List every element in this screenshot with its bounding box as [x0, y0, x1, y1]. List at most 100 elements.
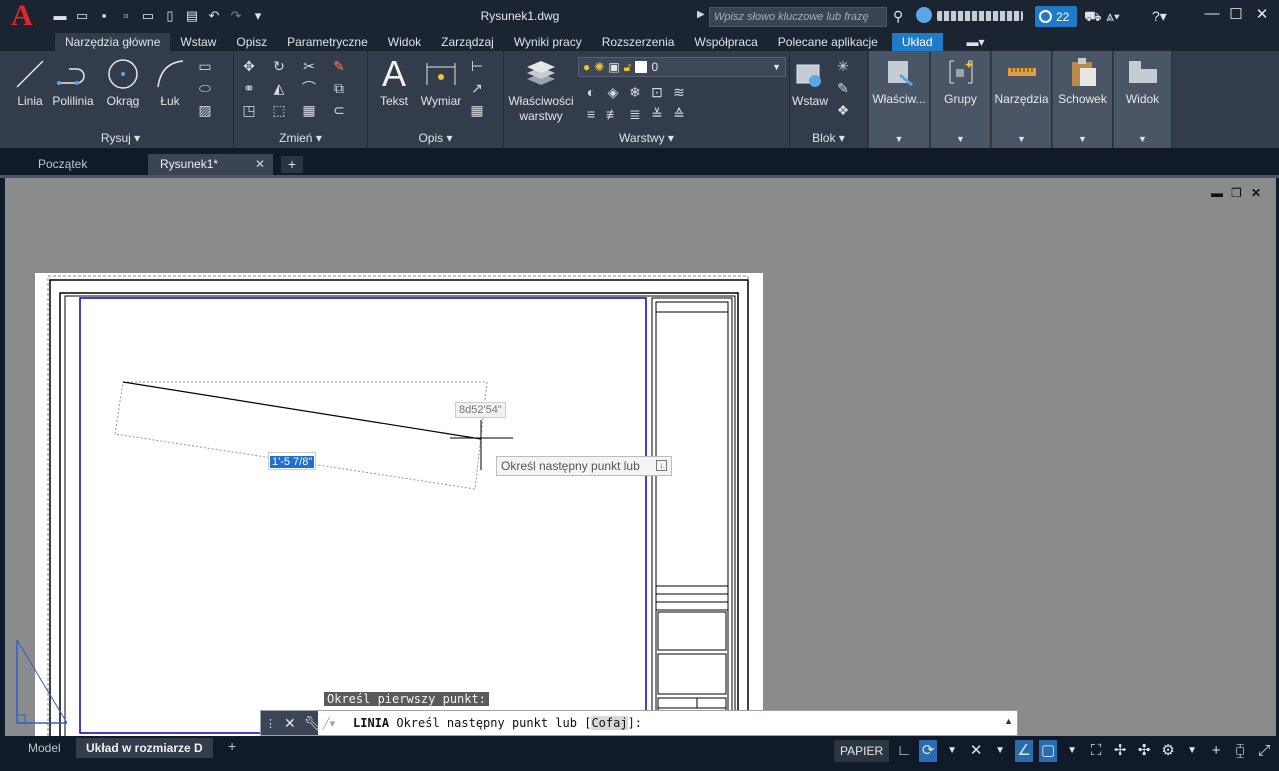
search-expand-icon[interactable]: ▶	[697, 9, 705, 20]
annotation-monitor-icon[interactable]: +	[1207, 740, 1225, 762]
new-tab-button[interactable]: +	[281, 156, 303, 173]
new-file-icon[interactable]: ▬	[52, 8, 68, 24]
hatch-icon[interactable]: ▨	[196, 101, 214, 119]
recent-commands-icon[interactable]: ╱▾	[323, 717, 335, 730]
cart-icon[interactable]: ⛟	[1084, 8, 1102, 27]
text-tool[interactable]: A Tekst	[374, 53, 414, 108]
layer-unisolate-icon[interactable]: ≣	[626, 105, 644, 123]
linear-dim-icon[interactable]: ⊢	[468, 57, 486, 75]
isolate-objects-icon[interactable]: ⧮	[1231, 740, 1249, 762]
save-web-icon[interactable]: ▯	[162, 8, 178, 24]
layer-lock-icon[interactable]: ⊡	[648, 83, 666, 101]
copy-icon[interactable]: ⚭	[240, 79, 258, 97]
length-input-box[interactable]: 1'-5 7/8"	[268, 452, 317, 470]
doc-tab-start[interactable]: Początek	[26, 154, 146, 175]
layer-match-icon[interactable]: ≋	[670, 83, 688, 101]
insert-block-tool[interactable]: Wstaw	[790, 54, 830, 108]
tab-annotate[interactable]: Opisz	[226, 33, 277, 51]
tab-insert[interactable]: Wstaw	[170, 33, 226, 51]
save-icon[interactable]: ▪	[96, 8, 112, 24]
tab-featured-apps[interactable]: Polecane aplikacje	[768, 33, 888, 51]
drawing-canvas[interactable]: ▬ ❐ ✕ 8d52'54" 1'-5 7/8" Określ następny…	[5, 178, 1276, 736]
layer-thaw-icon[interactable]: ≚	[648, 105, 666, 123]
add-layout-button[interactable]: +	[218, 736, 246, 756]
ellipse-icon[interactable]: ⬭	[196, 79, 214, 97]
open-folder-icon[interactable]: ▭	[74, 8, 90, 24]
ortho-grid-icon[interactable]: ∟	[895, 740, 913, 762]
utilities-tile[interactable]: Narzędzia ▼	[992, 51, 1052, 148]
tab-addins[interactable]: Rozszerzenia	[592, 33, 685, 51]
panel-layers-title[interactable]: Warstwy ▾	[504, 130, 789, 147]
create-block-icon[interactable]: ✳	[834, 57, 852, 75]
tab-output[interactable]: Wyniki pracy	[504, 33, 592, 51]
close-window-icon[interactable]: ✕	[1252, 5, 1272, 23]
save-as-icon[interactable]: ▫	[118, 8, 134, 24]
tab-manage[interactable]: Zarządzaj	[431, 33, 504, 51]
table-icon[interactable]: ▦	[468, 101, 486, 119]
notifications-badge[interactable]: 22	[1035, 6, 1077, 27]
layer-freeze-icon[interactable]: ❄	[626, 83, 644, 101]
close-tab-icon[interactable]: ✕	[255, 154, 265, 175]
explode-icon[interactable]: ⧉	[330, 79, 348, 97]
open-web-icon[interactable]: ▭	[140, 8, 156, 24]
trim-icon[interactable]: ✂	[300, 57, 318, 75]
undo-icon[interactable]: ↶	[206, 8, 222, 24]
polar-tracking-icon[interactable]: ✕	[967, 740, 985, 762]
tab-collaborate[interactable]: Współpraca	[684, 33, 767, 51]
doc-tab-drawing1[interactable]: Rysunek1* ✕	[148, 154, 273, 175]
fillet-icon[interactable]: ⌒	[300, 79, 318, 97]
offset-icon[interactable]: ⊂	[330, 101, 348, 119]
mirror-icon[interactable]: ◭	[270, 79, 288, 97]
chevron-down-icon[interactable]: ▼	[991, 740, 1009, 762]
drawn-line[interactable]	[122, 381, 482, 440]
ribbon-minimize-icon[interactable]: ▬▾	[959, 33, 993, 51]
viewport-frame[interactable]	[79, 297, 647, 734]
layout-d-tab[interactable]: Układ w rozmiarze D	[76, 738, 213, 758]
object-snap-icon[interactable]: ▢	[1039, 740, 1058, 762]
length-input-value[interactable]: 1'-5 7/8"	[270, 456, 315, 468]
paper-space-toggle[interactable]: PAPIER	[834, 740, 890, 762]
rotate-icon[interactable]: ↻	[270, 57, 288, 75]
wrench-icon[interactable]: 🔧︎	[304, 715, 322, 732]
leader-icon[interactable]: ↗	[468, 79, 486, 97]
layer-off-icon[interactable]: ◐	[582, 83, 600, 101]
polyline-tool[interactable]: Polilinia	[50, 54, 96, 108]
a360-icon[interactable]: ⩓▾	[1106, 8, 1120, 25]
array-icon[interactable]: ▦	[300, 101, 318, 119]
maximize-icon[interactable]: ☐	[1226, 5, 1246, 23]
layer-prev-icon[interactable]	[692, 83, 710, 101]
autocad-logo-icon[interactable]: A	[0, 0, 44, 32]
isodraft-icon[interactable]: ∠	[1015, 740, 1034, 762]
customize-qat-icon[interactable]: ▾	[250, 8, 266, 24]
rectangle-icon[interactable]: ▭	[196, 57, 214, 75]
layer-isolate-icon[interactable]: ◈	[604, 83, 622, 101]
annotation-visibility-icon[interactable]: ✢	[1111, 740, 1129, 762]
arc-tool[interactable]: Łuk	[150, 54, 190, 108]
make-current-icon[interactable]: ≡	[582, 105, 600, 123]
groups-tile[interactable]: ✦ Grupy ▼	[931, 51, 991, 148]
user-avatar-icon[interactable]	[916, 7, 932, 23]
panel-modify-title[interactable]: Zmień ▾	[234, 130, 367, 147]
dimension-tool[interactable]: Wymiar	[418, 54, 464, 108]
panel-block-title[interactable]: Blok ▾	[790, 130, 867, 147]
snap-mode-icon[interactable]: ⟳	[919, 740, 938, 762]
viewport-scale-icon[interactable]: ⛶	[1087, 740, 1105, 762]
circle-tool[interactable]: Okrąg	[102, 54, 144, 108]
properties-tile[interactable]: Właściw... ▼	[869, 51, 930, 148]
move-icon[interactable]: ✥	[240, 57, 258, 75]
auto-scale-icon[interactable]: ✣	[1135, 740, 1153, 762]
options-down-icon[interactable]: ↓	[656, 460, 667, 471]
stretch-icon[interactable]: ◳	[240, 101, 258, 119]
layer-unlock-icon[interactable]: ≙	[670, 105, 688, 123]
chevron-down-icon[interactable]: ▼	[1063, 740, 1081, 762]
minimize-icon[interactable]: —	[1202, 5, 1222, 22]
chevron-down-icon[interactable]: ▼	[943, 740, 961, 762]
line-tool[interactable]: Linia	[10, 54, 50, 108]
layer-dropdown[interactable]: ● ✺ ▣ 🔓︎ 0 ▼	[578, 57, 786, 77]
model-tab[interactable]: Model	[18, 738, 71, 758]
close-cmdline-icon[interactable]: ✕	[284, 715, 296, 732]
workspace-gear-icon[interactable]: ⚙	[1159, 740, 1177, 762]
redo-icon[interactable]: ↷	[228, 8, 244, 24]
chevron-down-icon[interactable]: ▼	[1183, 740, 1201, 762]
block-attributes-icon[interactable]: ❖	[834, 101, 852, 119]
